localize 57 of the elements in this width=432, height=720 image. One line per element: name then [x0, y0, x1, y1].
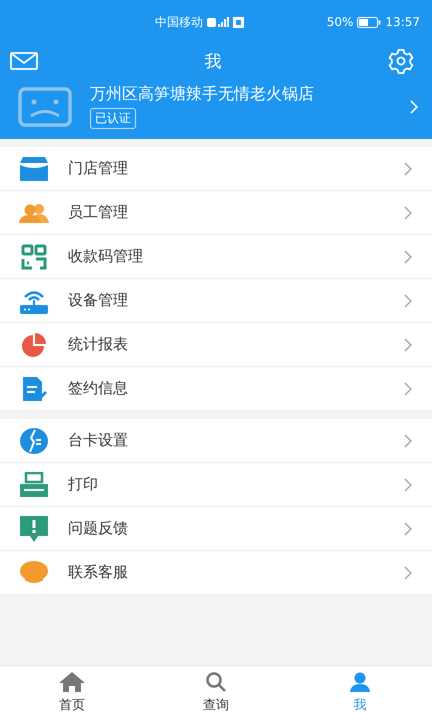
menu-label: 打印: [68, 475, 99, 494]
person-icon: [349, 672, 371, 692]
search-icon: [205, 672, 227, 692]
menu-item[interactable]: 员工管理: [0, 191, 432, 235]
alert-message-icon: [19, 514, 49, 542]
people-icon: [19, 202, 49, 222]
sad-face-avatar-icon: [18, 86, 72, 126]
menu-item[interactable]: 统计报表: [0, 323, 432, 367]
carrier-name: 中国移动: [155, 14, 203, 30]
chevron-right-icon: [410, 100, 418, 114]
chevron-right-icon: [404, 250, 412, 264]
notification-icon: [233, 16, 244, 28]
chevron-right-icon: [404, 566, 412, 580]
printer-icon: [19, 472, 49, 498]
menu-label: 台卡设置: [68, 431, 129, 450]
page-title: 我: [204, 50, 222, 72]
menu-label: 统计报表: [68, 335, 129, 354]
menu-item[interactable]: 签约信息: [0, 367, 432, 411]
store-icon: [20, 156, 48, 180]
chat-bubble-icon: [19, 560, 49, 586]
clock-time: 13:57: [385, 15, 420, 29]
chevron-right-icon: [404, 522, 412, 536]
battery-percent: 50%: [326, 15, 354, 29]
chevron-right-icon: [404, 162, 412, 176]
chevron-right-icon: [404, 294, 412, 308]
menu-item[interactable]: 收款码管理: [0, 235, 432, 279]
home-icon: [59, 672, 85, 692]
chevron-right-icon: [404, 382, 412, 396]
menu-label: 员工管理: [68, 203, 129, 222]
pie-chart-icon: [20, 332, 48, 358]
menu-item[interactable]: 门店管理: [0, 147, 432, 191]
verified-tag: 已认证: [90, 108, 136, 129]
menu-label: 收款码管理: [68, 247, 144, 266]
settings-icon[interactable]: [388, 48, 414, 74]
menu-item[interactable]: 问题反馈: [0, 507, 432, 551]
menu-label: 联系客服: [68, 563, 129, 582]
signal-icon: [207, 16, 229, 28]
store-name: 万州区高笋塘辣手无情老火锅店: [90, 84, 314, 105]
tab-item[interactable]: 首页: [0, 666, 144, 720]
chevron-right-icon: [404, 338, 412, 352]
chevron-right-icon: [404, 434, 412, 448]
menu-label: 签约信息: [68, 379, 129, 398]
menu-item[interactable]: 打印: [0, 463, 432, 507]
qr-code-icon: [21, 244, 47, 270]
chevron-right-icon: [404, 206, 412, 220]
menu-label: 门店管理: [68, 159, 129, 178]
menu-label: 问题反馈: [68, 519, 129, 538]
tab-item[interactable]: 查询: [144, 666, 288, 720]
menu-item[interactable]: 联系客服: [0, 551, 432, 595]
menu-label: 设备管理: [68, 291, 129, 310]
menu-item[interactable]: 台卡设置: [0, 419, 432, 463]
card-circle-icon: [20, 428, 48, 454]
mail-icon[interactable]: [10, 52, 38, 70]
chevron-right-icon: [404, 478, 412, 492]
menu-item[interactable]: 设备管理: [0, 279, 432, 323]
document-pen-icon: [21, 374, 47, 402]
battery-icon: [357, 16, 382, 28]
